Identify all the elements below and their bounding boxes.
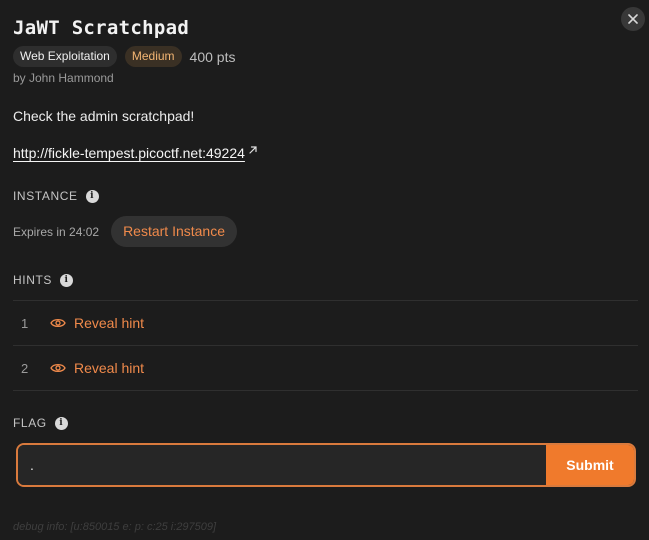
flag-input[interactable]	[18, 445, 546, 485]
info-icon[interactable]: i	[85, 189, 99, 203]
reveal-hint-label: Reveal hint	[74, 360, 145, 376]
close-icon	[628, 14, 638, 24]
hints-heading: HINTS	[13, 273, 52, 287]
hint-row: 1 Reveal hint	[13, 301, 638, 346]
challenge-panel: JaWT Scratchpad Web Exploitation Medium …	[0, 0, 649, 540]
reveal-hint-button[interactable]: Reveal hint	[50, 360, 144, 376]
reveal-hint-label: Reveal hint	[74, 315, 145, 331]
eye-icon	[50, 363, 66, 373]
challenge-meta: Web Exploitation Medium 400 pts	[13, 46, 235, 67]
instance-heading: INSTANCE	[13, 189, 78, 203]
hint-number: 2	[21, 360, 29, 376]
eye-icon	[50, 318, 66, 328]
instance-section-label: INSTANCE i	[13, 189, 99, 203]
challenge-title: JaWT Scratchpad	[13, 17, 190, 39]
instance-controls: Expires in 24:02 Restart Instance	[13, 216, 237, 247]
close-button[interactable]	[621, 7, 645, 31]
hint-number: 1	[21, 315, 29, 331]
hints-list: 1 Reveal hint 2 Reveal hint	[13, 300, 638, 391]
author-line: by John Hammond	[13, 71, 114, 85]
flag-heading: FLAG	[13, 416, 47, 430]
challenge-description: Check the admin scratchpad!	[13, 108, 195, 124]
hint-row: 2 Reveal hint	[13, 346, 638, 391]
debug-info: debug info: [u:850015 e: p: c:25 i:29750…	[13, 521, 217, 533]
reveal-hint-button[interactable]: Reveal hint	[50, 315, 144, 331]
submit-flag-button[interactable]: Submit	[546, 445, 634, 485]
difficulty-badge: Medium	[124, 46, 182, 67]
instance-link[interactable]: http://fickle-tempest.picoctf.net:49224	[13, 145, 245, 161]
info-icon[interactable]: i	[54, 416, 68, 430]
flag-section-label: FLAG i	[13, 416, 68, 430]
restart-instance-button[interactable]: Restart Instance	[111, 216, 237, 247]
hints-section-label: HINTS i	[13, 273, 73, 287]
category-badge: Web Exploitation	[13, 46, 117, 67]
instance-link-row: http://fickle-tempest.picoctf.net:49224	[13, 145, 258, 161]
external-link-icon	[249, 146, 257, 154]
flag-form: Submit	[16, 443, 636, 487]
points-value: 400 pts	[189, 48, 236, 65]
instance-expiry: Expires in 24:02	[13, 224, 100, 239]
info-icon[interactable]: i	[60, 273, 73, 287]
